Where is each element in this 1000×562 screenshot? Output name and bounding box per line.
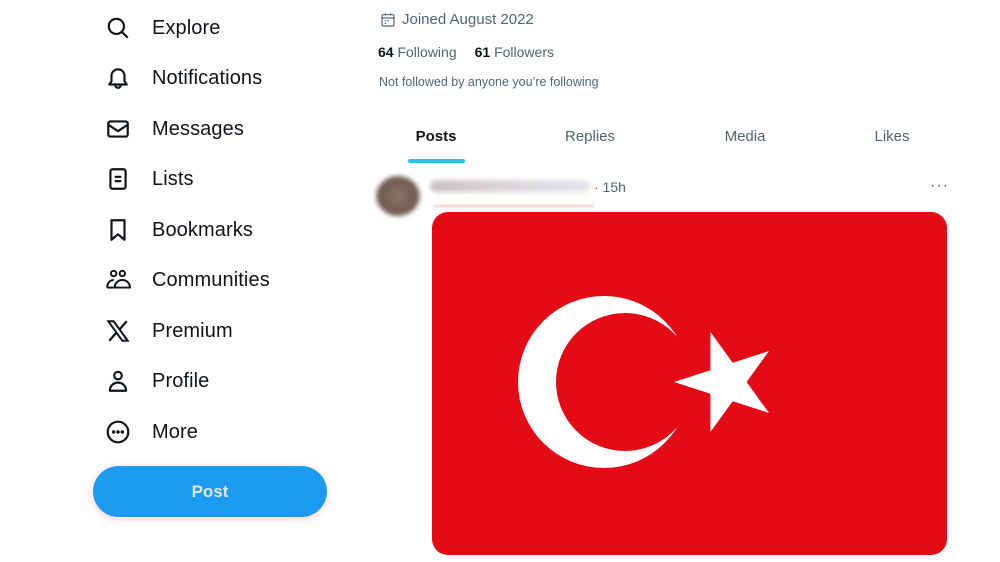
post-media-image[interactable] [432, 212, 947, 555]
sidebar-item-lists[interactable]: Lists [104, 161, 194, 197]
sidebar-item-label: Premium [152, 319, 233, 342]
sidebar-item-label: Explore [152, 16, 221, 39]
following-label: Following [397, 44, 457, 60]
sidebar-item-label: Profile [152, 369, 210, 392]
sidebar-item-label: Communities [152, 268, 270, 291]
bell-icon [104, 64, 132, 92]
sidebar-item-label: Messages [152, 117, 244, 140]
sidebar-item-notifications[interactable]: Notifications [104, 60, 262, 96]
more-circle-icon [104, 418, 132, 446]
tab-likes[interactable]: Likes [874, 128, 909, 145]
followers-count: 61 [474, 44, 491, 60]
sidebar-nav: Explore Notifications Messages Lists Boo… [0, 0, 360, 562]
follow-stats: 64 Following 61 Followers [378, 44, 554, 60]
x-logo-icon [104, 317, 132, 345]
sidebar-item-messages[interactable]: Messages [104, 111, 244, 147]
joined-date: Joined August 2022 [380, 11, 534, 28]
turkish-flag-image [432, 212, 947, 555]
sidebar-item-label: Notifications [152, 66, 263, 89]
sidebar-item-profile[interactable]: Profile [104, 363, 209, 399]
not-followed-text: Not followed by anyone you’re following [379, 75, 599, 89]
sidebar-item-communities[interactable]: Communities [104, 262, 270, 298]
post-timestamp[interactable]: · 15h [594, 179, 626, 195]
calendar-icon [381, 12, 395, 27]
person-icon [104, 367, 132, 395]
active-tab-indicator [408, 159, 465, 163]
following-link[interactable]: 64 Following [378, 44, 457, 60]
sidebar-item-premium[interactable]: Premium [104, 313, 233, 349]
list-icon [104, 165, 132, 193]
post-more-button[interactable]: ··· [930, 177, 949, 195]
tab-media[interactable]: Media [725, 128, 766, 145]
sidebar-item-bookmarks[interactable]: Bookmarks [104, 212, 253, 248]
sidebar-item-label: Bookmarks [152, 218, 253, 241]
crescent-inner [556, 313, 694, 451]
sidebar-item-explore[interactable]: Explore [104, 10, 221, 46]
sidebar-item-label: Lists [152, 167, 194, 190]
followers-link[interactable]: 61 Followers [475, 44, 554, 60]
followers-label: Followers [494, 44, 554, 60]
post-author-avatar[interactable] [376, 176, 420, 216]
tab-posts[interactable]: Posts [416, 128, 457, 145]
post-button[interactable]: Post [93, 466, 327, 517]
envelope-icon [104, 115, 132, 143]
post-divider [434, 205, 594, 207]
tab-replies[interactable]: Replies [565, 128, 615, 145]
communities-icon [104, 266, 132, 294]
following-count: 64 [378, 44, 394, 60]
profile-tabs: Posts Replies Media Likes [360, 120, 1000, 165]
sidebar-item-more[interactable]: More [104, 414, 198, 450]
joined-text: Joined August 2022 [402, 11, 534, 28]
search-icon [104, 14, 132, 42]
post-author-name-blurred[interactable] [430, 180, 590, 192]
sidebar-item-label: More [152, 420, 198, 443]
bookmark-icon [104, 216, 132, 244]
